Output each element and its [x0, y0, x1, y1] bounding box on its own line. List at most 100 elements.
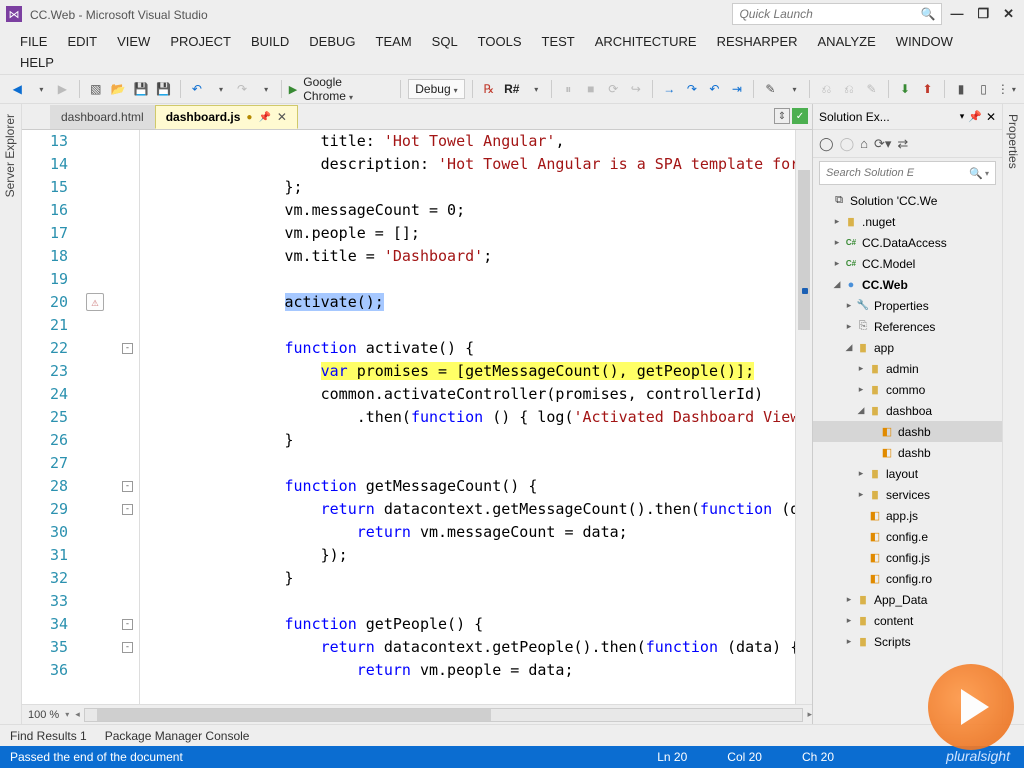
menu-sql[interactable]: SQL: [422, 31, 468, 52]
tree-node[interactable]: ▸.nuget: [813, 211, 1002, 232]
overflow-icon[interactable]: ⋮: [997, 79, 1016, 99]
tb-misc3[interactable]: ✎: [862, 79, 881, 99]
resharper-drop[interactable]: [525, 79, 544, 99]
sol-fwd-icon[interactable]: ◯: [840, 136, 855, 152]
solution-search-input[interactable]: [826, 167, 969, 179]
sol-drop-icon[interactable]: ▾: [960, 111, 965, 122]
fmt-drop[interactable]: [784, 79, 803, 99]
close-tab-icon[interactable]: ✕: [277, 110, 287, 124]
tree-node[interactable]: ▸content: [813, 610, 1002, 631]
redo-drop[interactable]: [255, 79, 274, 99]
stop-button[interactable]: ■: [581, 79, 600, 99]
menu-window[interactable]: WINDOW: [886, 31, 963, 52]
resharper-icon[interactable]: ℞: [480, 79, 499, 99]
tree-node[interactable]: ▸Properties: [813, 295, 1002, 316]
menu-analyze[interactable]: ANALYZE: [808, 31, 886, 52]
restart-button[interactable]: ⟳: [604, 79, 623, 99]
menu-edit[interactable]: EDIT: [57, 31, 107, 52]
undo-button[interactable]: ↶: [188, 79, 207, 99]
open-file-button[interactable]: 📂: [109, 79, 128, 99]
close-button[interactable]: ✕: [1003, 6, 1014, 22]
menu-help[interactable]: HELP: [10, 52, 64, 73]
vertical-scrollbar[interactable]: [795, 130, 812, 704]
sol-refresh-icon[interactable]: ⟳▾: [874, 136, 891, 152]
close-panel-icon[interactable]: ✕: [986, 110, 996, 124]
tb-misc1[interactable]: ⎌: [817, 79, 836, 99]
pin-icon[interactable]: 📌: [968, 110, 982, 123]
nav-fwd-button[interactable]: ▶: [53, 79, 72, 99]
new-project-button[interactable]: ▧: [87, 79, 106, 99]
bookmark-icon[interactable]: ▮: [952, 79, 971, 99]
solution-tree[interactable]: ⧉Solution 'CC.We▸.nuget▸CC.DataAccess▸CC…: [813, 188, 1002, 724]
step-over-icon[interactable]: ↷: [683, 79, 702, 99]
tree-node[interactable]: config.e: [813, 526, 1002, 547]
menu-resharper[interactable]: RESHARPER: [707, 31, 808, 52]
tree-node[interactable]: config.js: [813, 547, 1002, 568]
menu-team[interactable]: TEAM: [366, 31, 422, 52]
menu-file[interactable]: FILE: [10, 31, 57, 52]
comment-icon[interactable]: ⬇: [896, 79, 915, 99]
config-selector[interactable]: Debug: [408, 79, 464, 99]
tree-node[interactable]: ◢dashboa: [813, 400, 1002, 421]
tree-node[interactable]: dashb: [813, 442, 1002, 463]
sol-back-icon[interactable]: ◯: [819, 136, 834, 152]
split-icon[interactable]: ⇕: [774, 108, 790, 124]
step-into-icon[interactable]: →: [660, 79, 679, 99]
tree-node[interactable]: ▸CC.DataAccess: [813, 232, 1002, 253]
resharper-text[interactable]: R#: [502, 82, 521, 96]
tab-dashboard-html[interactable]: dashboard.html: [50, 105, 155, 129]
tree-node[interactable]: ▸CC.Model: [813, 253, 1002, 274]
quick-launch[interactable]: 🔍: [732, 3, 942, 25]
fmt-icon[interactable]: ✎: [761, 79, 780, 99]
sol-home-icon[interactable]: ⌂: [860, 136, 868, 151]
tree-node[interactable]: ◢CC.Web: [813, 274, 1002, 295]
redo-button[interactable]: ↷: [233, 79, 252, 99]
menu-build[interactable]: BUILD: [241, 31, 299, 52]
tb-misc2[interactable]: ⎌: [840, 79, 859, 99]
menu-architecture[interactable]: ARCHITECTURE: [585, 31, 707, 52]
quick-launch-input[interactable]: [739, 7, 920, 21]
package-manager-tab[interactable]: Package Manager Console: [105, 729, 250, 743]
menu-test[interactable]: TEST: [532, 31, 585, 52]
find-results-tab[interactable]: Find Results 1: [10, 729, 87, 743]
tree-node[interactable]: ▸layout: [813, 463, 1002, 484]
menu-view[interactable]: VIEW: [107, 31, 160, 52]
save-button[interactable]: 💾: [132, 79, 151, 99]
menu-project[interactable]: PROJECT: [160, 31, 241, 52]
pin-icon[interactable]: 📌: [258, 112, 270, 123]
server-explorer-tab[interactable]: Server Explorer: [0, 104, 22, 724]
restore-button[interactable]: ❐: [977, 6, 989, 22]
step-out2-icon[interactable]: ⇥: [728, 79, 747, 99]
properties-tab[interactable]: Properties: [1002, 104, 1024, 724]
sol-sync-icon[interactable]: ⇄: [897, 136, 908, 152]
pause-button[interactable]: ⏸: [559, 79, 578, 99]
save-all-button[interactable]: 💾: [154, 79, 173, 99]
tree-node[interactable]: ▸App_Data: [813, 589, 1002, 610]
step-button[interactable]: ↪: [627, 79, 646, 99]
step-out-icon[interactable]: ↶: [705, 79, 724, 99]
code-editor[interactable]: 1314151617181920212223242526272829303132…: [22, 130, 812, 704]
tree-node[interactable]: app.js: [813, 505, 1002, 526]
undo-drop[interactable]: [210, 79, 229, 99]
menu-debug[interactable]: DEBUG: [299, 31, 365, 52]
minimize-button[interactable]: —: [950, 6, 963, 22]
tab-dashboard-js[interactable]: dashboard.js ● 📌 ✕: [155, 105, 298, 129]
tree-node[interactable]: ⧉Solution 'CC.We: [813, 190, 1002, 211]
nav-back-button[interactable]: ◀: [8, 79, 27, 99]
browser-selector[interactable]: Google Chrome: [301, 75, 390, 103]
tree-node[interactable]: dashb: [813, 421, 1002, 442]
uncomment-icon[interactable]: ⬆: [918, 79, 937, 99]
tree-node[interactable]: ▸admin: [813, 358, 1002, 379]
horizontal-scrollbar[interactable]: [84, 708, 804, 722]
tree-node[interactable]: ▸services: [813, 484, 1002, 505]
tree-node[interactable]: config.ro: [813, 568, 1002, 589]
start-debug-icon[interactable]: ▶: [289, 83, 297, 96]
tree-node[interactable]: ▸commo: [813, 379, 1002, 400]
nav-back-drop[interactable]: [31, 79, 50, 99]
tree-node[interactable]: ◢app: [813, 337, 1002, 358]
zoom-level[interactable]: 100 %: [22, 709, 65, 721]
tree-node[interactable]: ▸Scripts: [813, 631, 1002, 652]
play-badge-icon[interactable]: [928, 664, 1014, 750]
tree-node[interactable]: ▸References: [813, 316, 1002, 337]
menu-tools[interactable]: TOOLS: [468, 31, 532, 52]
